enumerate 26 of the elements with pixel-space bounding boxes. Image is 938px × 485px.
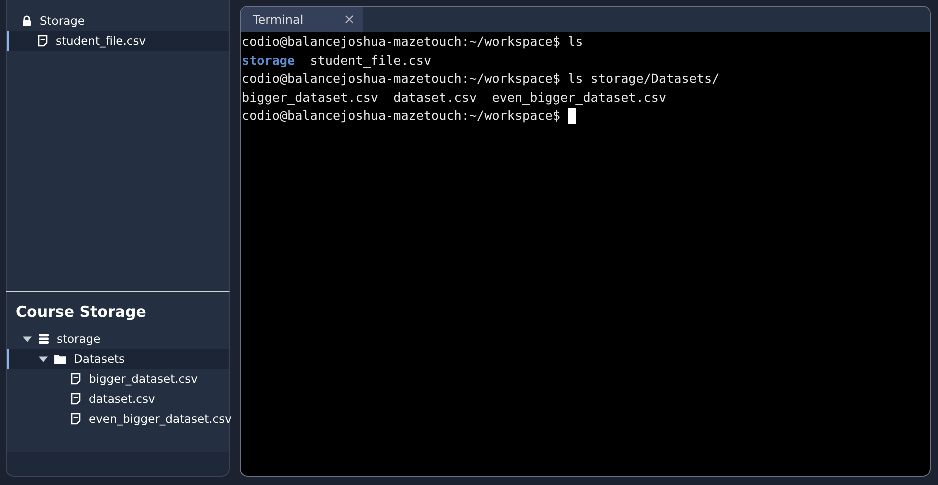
tree-item[interactable]: student_file.csv (7, 31, 229, 51)
close-icon[interactable]: × (344, 12, 356, 28)
file-icon (70, 413, 82, 425)
terminal-text: codio@balancejoshua-mazetouch:~/workspace$ ls (242, 33, 584, 51)
folder-icon (54, 352, 67, 366)
tree-item[interactable]: storage (7, 329, 229, 349)
tree-item[interactable]: Datasets (7, 349, 229, 369)
text-cursor (568, 108, 576, 124)
tree-item[interactable]: bigger_dataset.csv (7, 369, 229, 389)
file-icon (37, 35, 49, 47)
directory-name: storage (242, 52, 296, 70)
tree-item[interactable]: even_bigger_dataset.csv (7, 409, 229, 429)
terminal-tab[interactable]: Terminal × (241, 7, 364, 32)
caret-icon[interactable] (39, 354, 48, 364)
lock-icon (21, 15, 33, 27)
terminal-text: codio@balancejoshua-mazetouch:~/workspace$ ls storage/Datasets/ (242, 70, 720, 88)
terminal-text: bigger_dataset.csv dataset.csv even_bigger_dataset.csv (242, 88, 667, 107)
database-icon (38, 333, 50, 345)
caret-icon[interactable] (23, 334, 32, 344)
file-icon (70, 393, 82, 405)
terminal-text: codio@balancejoshua-mazetouch:~/workspace$ (242, 107, 562, 125)
terminal-text: student_file.csv (309, 52, 432, 70)
tree-item[interactable]: dataset.csv (7, 389, 229, 409)
tree-item[interactable]: Storage (7, 11, 229, 31)
panel-title: Course Storage (15, 302, 148, 323)
file-icon (70, 373, 82, 385)
